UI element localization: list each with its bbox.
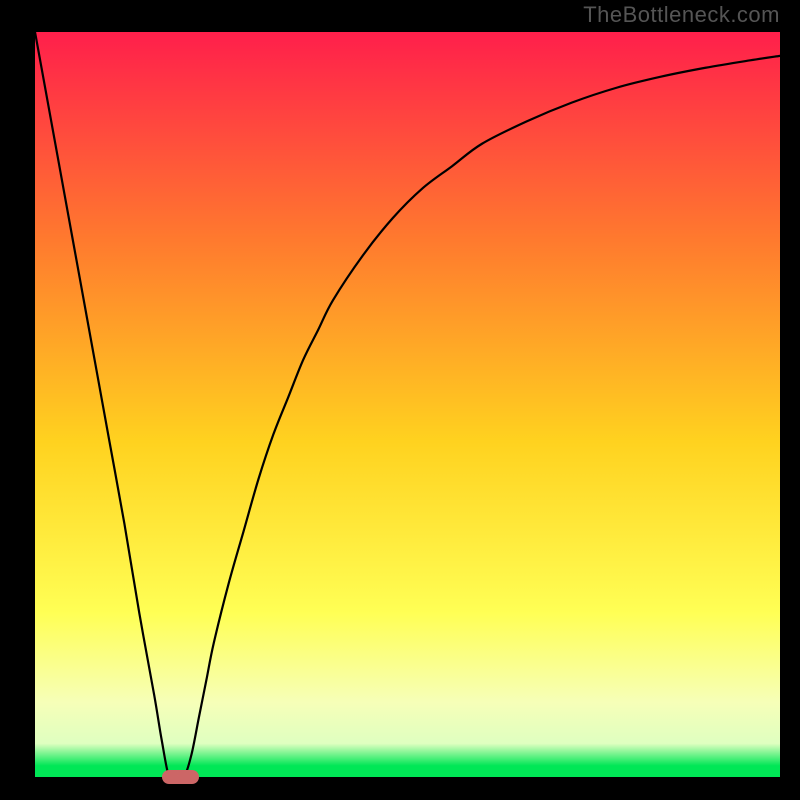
chart-frame: TheBottleneck.com (0, 0, 800, 800)
plot-area (35, 32, 780, 777)
bottleneck-chart (35, 32, 780, 777)
watermark-text: TheBottleneck.com (583, 2, 780, 28)
optimal-range-marker (162, 770, 199, 784)
gradient-background (35, 32, 780, 777)
